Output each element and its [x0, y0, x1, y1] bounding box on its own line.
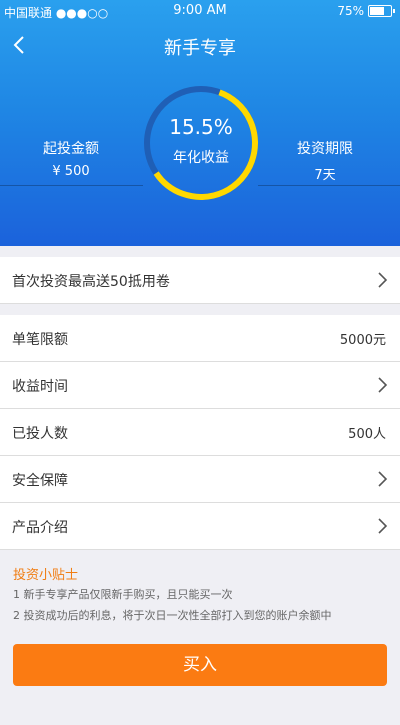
ring-progress: [144, 86, 258, 200]
hero-banner: 中国联通 ●●●○○ 9:00 AM 75% 新手专享 起投金额 ¥ 500 投…: [0, 0, 400, 246]
min-amount: 起投金额 ¥ 500: [38, 138, 104, 179]
product-intro-row[interactable]: 产品介绍: [0, 503, 400, 550]
chevron-right-icon: [378, 377, 388, 393]
coupon-label: 首次投资最高送50抵用卷: [12, 274, 170, 290]
term-label: 投资期限: [297, 141, 353, 157]
divider-left: [0, 185, 143, 186]
investment-term: 投资期限 7天: [292, 138, 358, 183]
battery-percent: 75%: [337, 4, 364, 18]
product-intro-label: 产品介绍: [12, 520, 68, 536]
battery-icon: [368, 5, 395, 17]
single-limit-row: 单笔限额 5000元: [0, 315, 400, 362]
min-amount-value: ¥ 500: [52, 164, 90, 179]
tips-title: 投资小贴士: [13, 568, 79, 583]
annual-rate: 15.5%: [169, 115, 233, 139]
investors-value: 500人: [348, 427, 386, 442]
investors-label: 已投人数: [12, 426, 68, 442]
single-limit-label: 单笔限额: [12, 332, 68, 348]
security-label: 安全保障: [12, 473, 68, 489]
min-amount-label: 起投金额: [43, 141, 99, 157]
buy-button[interactable]: 买入: [13, 644, 387, 686]
battery-indicator: 75%: [337, 4, 395, 18]
tip-line-1: 1 新手专享产品仅限新手购买，且只能买一次: [13, 588, 233, 601]
annual-rate-label: 年化收益: [173, 150, 229, 166]
term-value: 7天: [314, 168, 336, 183]
coupon-row[interactable]: 首次投资最高送50抵用卷: [0, 257, 400, 304]
earning-time-label: 收益时间: [12, 379, 68, 395]
status-bar: 中国联通 ●●●○○ 9:00 AM 75%: [0, 0, 400, 22]
chevron-right-icon: [378, 518, 388, 534]
single-limit-value: 5000元: [339, 333, 386, 348]
nav-bar: 新手专享: [0, 26, 400, 66]
yield-ring: 15.5% 年化收益: [141, 83, 261, 203]
tip-line-2: 2 投资成功后的利息，将于次日一次性全部打入到您的账户余额中: [13, 609, 332, 622]
investors-row: 已投人数 500人: [0, 409, 400, 456]
earning-time-row[interactable]: 收益时间: [0, 362, 400, 409]
chevron-right-icon: [378, 471, 388, 487]
page-title: 新手专享: [164, 38, 236, 59]
chevron-right-icon: [378, 272, 388, 288]
security-row[interactable]: 安全保障: [0, 456, 400, 503]
divider-right: [258, 185, 400, 186]
